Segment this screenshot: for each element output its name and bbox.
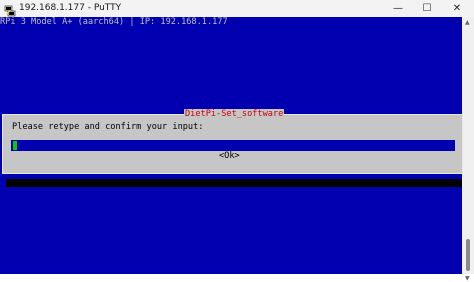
vertical-scrollbar[interactable]: ▲ ▼ <box>462 17 474 282</box>
dialog-prompt: Please retype and confirm your input: <box>12 122 204 132</box>
putty-icon <box>4 2 16 17</box>
scroll-up-icon[interactable]: ▲ <box>465 19 470 26</box>
ok-button[interactable]: <Ok> <box>219 151 240 162</box>
terminal-header-line: RPi 3 Model A+ (aarch64) | IP: 192.168.1… <box>0 17 228 27</box>
scroll-down-icon[interactable]: ▼ <box>465 275 470 282</box>
scrollbar-thumb[interactable] <box>466 239 470 271</box>
dialog-shadow <box>6 179 462 187</box>
maximize-button[interactable]: ☐ <box>414 0 440 17</box>
password-confirm-input[interactable] <box>11 140 455 151</box>
dialog-title: DietPi-Set_software <box>184 109 285 120</box>
minimize-button[interactable]: — <box>385 0 411 17</box>
window-title: 192.168.1.177 - PuTTY <box>19 3 122 13</box>
text-cursor <box>13 141 17 150</box>
input-dialog: DietPi-Set_software Please retype and co… <box>2 109 463 174</box>
window-titlebar[interactable]: 192.168.1.177 - PuTTY — ☐ ✕ <box>0 0 474 18</box>
close-button[interactable]: ✕ <box>444 0 470 17</box>
